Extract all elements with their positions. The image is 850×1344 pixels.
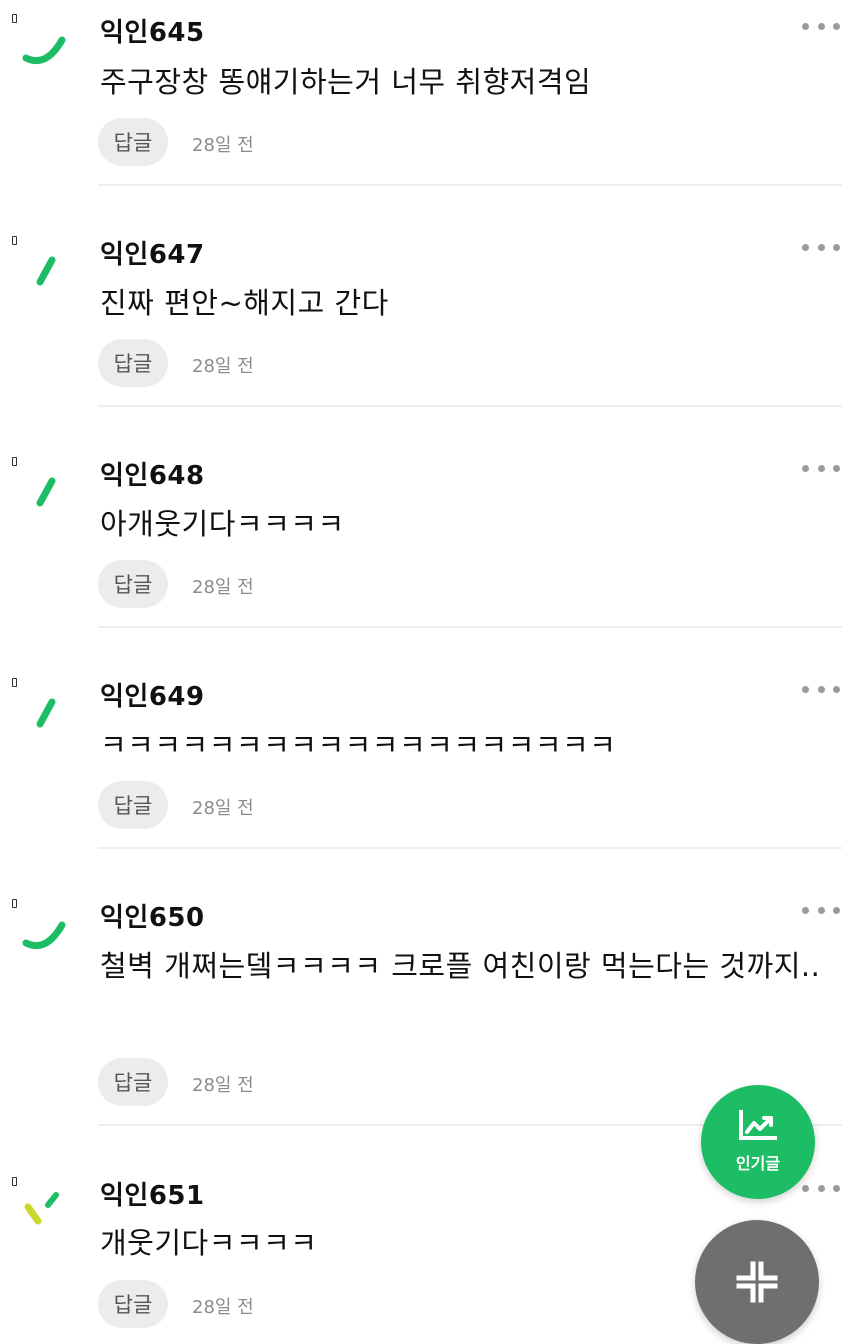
avatar-green-slash-icon bbox=[36, 698, 56, 728]
reply-button[interactable]: 답글 bbox=[98, 1280, 168, 1328]
comment-divider bbox=[98, 626, 842, 628]
more-options-icon[interactable] bbox=[802, 682, 840, 696]
reply-button[interactable]: 답글 bbox=[98, 118, 168, 166]
comment-author: 익인645 bbox=[100, 18, 205, 48]
reply-button[interactable]: 답글 bbox=[98, 781, 168, 829]
more-options-icon[interactable] bbox=[802, 19, 840, 33]
reply-button[interactable]: 답글 bbox=[98, 339, 168, 387]
comment-divider bbox=[98, 847, 842, 849]
popular-posts-button[interactable]: 인기글 bbox=[701, 1085, 815, 1199]
comment-body: ㅋㅋㅋㅋㅋㅋㅋㅋㅋㅋㅋㅋㅋㅋㅋㅋㅋㅋㅋ bbox=[100, 728, 617, 762]
more-options-icon[interactable] bbox=[802, 1181, 840, 1195]
more-options-icon[interactable] bbox=[802, 903, 840, 917]
avatar-green-arc-icon bbox=[22, 921, 66, 950]
comment-time: 28일 전 bbox=[192, 1297, 254, 1318]
comment-body: 철벽 개쩌는뎈ㅋㅋㅋㅋ 크로플 여친이랑 먹는다는 것까지.. bbox=[100, 949, 821, 983]
comment-author: 익인650 bbox=[100, 903, 205, 933]
comment-time: 28일 전 bbox=[192, 1075, 254, 1096]
comment-author: 익인648 bbox=[100, 461, 205, 491]
marker-icon bbox=[12, 899, 17, 908]
comment-time: 28일 전 bbox=[192, 798, 254, 819]
marker-icon bbox=[12, 457, 17, 466]
comment-divider bbox=[98, 184, 842, 186]
collapse-button[interactable] bbox=[695, 1220, 819, 1344]
comment-time: 28일 전 bbox=[192, 577, 254, 598]
comment-divider bbox=[98, 405, 842, 407]
popular-posts-label: 인기글 bbox=[735, 1154, 781, 1173]
comment-body: 주구장창 똥얘기하는거 너무 취향저격임 bbox=[100, 65, 592, 99]
marker-icon bbox=[12, 236, 17, 245]
marker-icon bbox=[12, 678, 17, 687]
avatar-yellow-green-check-icon bbox=[24, 1192, 59, 1225]
more-options-icon[interactable] bbox=[802, 461, 840, 475]
collapse-arrows-icon bbox=[736, 1261, 778, 1303]
comment-author: 익인649 bbox=[100, 682, 205, 712]
avatar-green-slash-icon bbox=[36, 256, 56, 286]
comment-body: 아개웃기다ㅋㅋㅋㅋ bbox=[100, 507, 345, 541]
comment-time: 28일 전 bbox=[192, 135, 254, 156]
trending-chart-icon bbox=[739, 1110, 777, 1140]
avatar-green-slash-icon bbox=[36, 477, 56, 507]
comment-author: 익인651 bbox=[100, 1181, 205, 1211]
comment-author: 익인647 bbox=[100, 240, 205, 270]
reply-button[interactable]: 답글 bbox=[98, 560, 168, 608]
more-options-icon[interactable] bbox=[802, 240, 840, 254]
marker-icon bbox=[12, 1177, 17, 1186]
avatar-green-arc-icon bbox=[22, 36, 66, 65]
reply-button[interactable]: 답글 bbox=[98, 1058, 168, 1106]
comment-time: 28일 전 bbox=[192, 356, 254, 377]
comment-body: 진짜 편안~해지고 간다 bbox=[100, 286, 389, 320]
marker-icon bbox=[12, 14, 17, 23]
